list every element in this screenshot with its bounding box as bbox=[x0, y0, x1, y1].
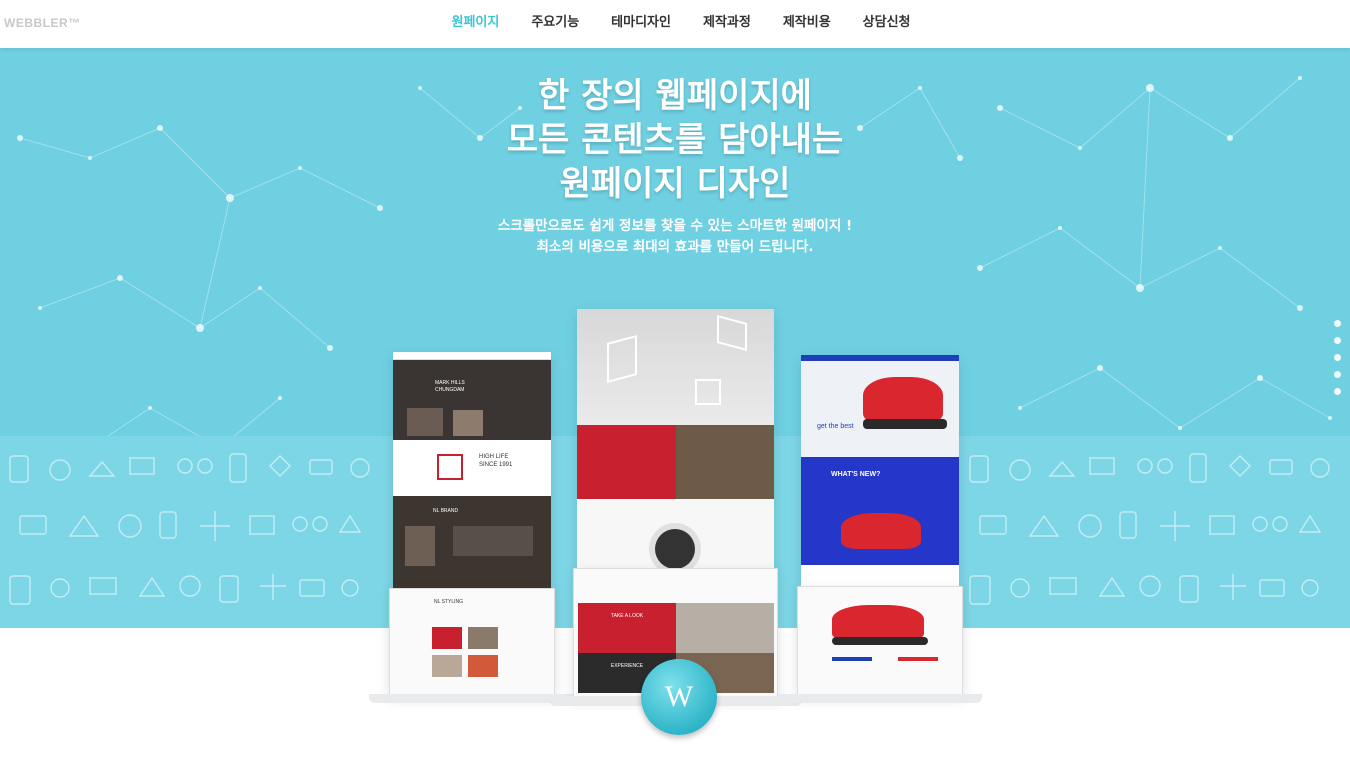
pager-dot-4[interactable] bbox=[1334, 371, 1341, 378]
subtext-line-2: 최소의 비용으로 최대의 효과를 만들어 드립니다. bbox=[536, 239, 814, 255]
headline-line-3: 원페이지 디자인 bbox=[559, 164, 791, 204]
headline-line-1: 한 장의 웹페이지에 bbox=[538, 76, 812, 116]
hero-subtext: 스크롤만으로도 쉽게 정보를 찾을 수 있는 스마트한 원페이지 ! 최소의 비… bbox=[0, 216, 1350, 258]
left-laptop-base bbox=[369, 694, 575, 703]
pager-dot-2[interactable] bbox=[1334, 337, 1341, 344]
mockup-tag: get the best bbox=[817, 423, 854, 430]
right-laptop-screen bbox=[797, 586, 963, 696]
section-pager bbox=[1334, 320, 1344, 405]
subtext-line-1: 스크롤만으로도 쉽게 정보를 찾을 수 있는 스마트한 원페이지 ! bbox=[497, 218, 853, 234]
left-laptop-screen: NL STYLING bbox=[389, 588, 555, 696]
site-header: WEBBLER™ 원페이지 주요기능 테마디자인 제작과정 제작비용 상담신청 bbox=[0, 0, 1350, 48]
right-laptop-base bbox=[778, 694, 982, 703]
nav-consult[interactable]: 상담신청 bbox=[847, 0, 927, 48]
left-site-mockup: MARK HILLS CHUNGDAM HIGH LIFE SINCE 1991… bbox=[393, 352, 551, 592]
mockup-brand: NL BRAND bbox=[433, 508, 459, 514]
pager-dot-3[interactable] bbox=[1334, 354, 1341, 361]
webbler-badge[interactable]: W bbox=[641, 659, 717, 735]
nav-onepage[interactable]: 원페이지 bbox=[435, 0, 515, 48]
nav-process[interactable]: 제작과정 bbox=[687, 0, 767, 48]
mockup-subtitle: CHUNGDAM bbox=[435, 387, 465, 393]
mockup-since: SINCE 1991 bbox=[479, 462, 513, 468]
center-site-mockup bbox=[577, 309, 774, 571]
nav-theme-design[interactable]: 테마디자인 bbox=[595, 0, 687, 48]
pager-dot-5[interactable] bbox=[1334, 388, 1341, 395]
hero-headline: 한 장의 웹페이지에 모든 콘텐츠를 담아내는 원페이지 디자인 bbox=[0, 74, 1350, 206]
mockup-whats-new: WHAT'S NEW? bbox=[831, 471, 881, 478]
mockup-styling: NL STYLING bbox=[434, 599, 463, 605]
right-site-mockup: get the best WHAT'S NEW? bbox=[801, 355, 959, 587]
pager-dot-1[interactable] bbox=[1334, 320, 1341, 327]
nav-features[interactable]: 주요기능 bbox=[515, 0, 595, 48]
mockup-take-a-look: TAKE A LOOK bbox=[610, 613, 644, 619]
nav-pricing[interactable]: 제작비용 bbox=[767, 0, 847, 48]
mockup-life: HIGH LIFE bbox=[479, 454, 509, 460]
headline-line-2: 모든 콘텐츠를 담아내는 bbox=[506, 120, 844, 160]
mockup-title: MARK HILLS bbox=[435, 380, 465, 386]
main-nav: 원페이지 주요기능 테마디자인 제작과정 제작비용 상담신청 bbox=[0, 0, 1350, 48]
